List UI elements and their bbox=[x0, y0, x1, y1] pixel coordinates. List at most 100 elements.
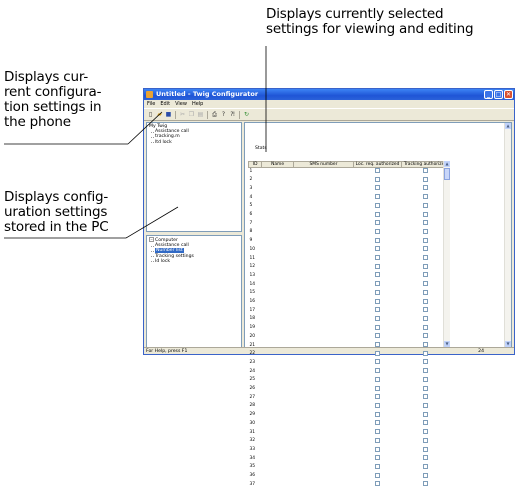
table-row[interactable]: 6 bbox=[249, 211, 450, 220]
loc-req-checkbox[interactable] bbox=[375, 307, 381, 313]
maximize-button[interactable]: □ bbox=[494, 90, 503, 99]
tracking-checkbox[interactable] bbox=[423, 228, 428, 234]
name-cell[interactable] bbox=[262, 307, 294, 316]
table-row[interactable]: 28 bbox=[249, 402, 450, 411]
loc-req-checkbox[interactable] bbox=[375, 402, 381, 408]
tracking-checkbox[interactable] bbox=[423, 237, 428, 243]
sms-number-cell[interactable] bbox=[293, 185, 353, 194]
table-row[interactable]: 34 bbox=[249, 455, 450, 464]
sms-number-cell[interactable] bbox=[293, 194, 353, 203]
tracking-checkbox[interactable] bbox=[423, 420, 428, 426]
refresh-icon[interactable]: ↻ bbox=[243, 111, 250, 118]
sms-number-cell[interactable] bbox=[293, 481, 353, 490]
loc-req-checkbox[interactable] bbox=[375, 263, 381, 269]
name-cell[interactable] bbox=[262, 281, 294, 290]
copy-icon[interactable]: ❐ bbox=[188, 111, 195, 118]
sms-number-cell[interactable] bbox=[293, 368, 353, 377]
tree-item[interactable]: ltd lock bbox=[149, 140, 239, 145]
name-cell[interactable] bbox=[262, 463, 294, 472]
pane-scrollbar[interactable]: ▲ ▼ bbox=[504, 123, 511, 347]
name-cell[interactable] bbox=[262, 220, 294, 229]
name-cell[interactable] bbox=[262, 185, 294, 194]
tracking-checkbox[interactable] bbox=[423, 220, 428, 226]
minimize-button[interactable]: _ bbox=[484, 90, 493, 99]
name-cell[interactable] bbox=[262, 411, 294, 420]
tracking-checkbox[interactable] bbox=[423, 194, 428, 200]
tracking-checkbox[interactable] bbox=[423, 315, 428, 321]
column-header-loc-req[interactable]: Loc. req. authorized bbox=[353, 161, 403, 168]
loc-req-checkbox[interactable] bbox=[375, 411, 381, 417]
name-cell[interactable] bbox=[262, 315, 294, 324]
loc-req-checkbox[interactable] bbox=[375, 228, 381, 234]
table-row[interactable]: 33 bbox=[249, 446, 450, 455]
tracking-checkbox[interactable] bbox=[423, 263, 428, 269]
sms-number-cell[interactable] bbox=[293, 385, 353, 394]
table-row[interactable]: 17 bbox=[249, 307, 450, 316]
tracking-checkbox[interactable] bbox=[423, 472, 428, 478]
sms-number-cell[interactable] bbox=[293, 333, 353, 342]
scroll-up-icon[interactable]: ▲ bbox=[444, 161, 450, 167]
table-row[interactable]: 7 bbox=[249, 220, 450, 229]
tracking-checkbox[interactable] bbox=[423, 176, 428, 182]
name-cell[interactable] bbox=[262, 176, 294, 185]
name-cell[interactable] bbox=[262, 376, 294, 385]
loc-req-checkbox[interactable] bbox=[375, 385, 381, 391]
pc-settings-tree[interactable]: − Computer Assistance call Number list Tr… bbox=[146, 235, 242, 348]
loc-req-checkbox[interactable] bbox=[375, 315, 381, 321]
name-cell[interactable] bbox=[262, 437, 294, 446]
name-cell[interactable] bbox=[262, 194, 294, 203]
loc-req-checkbox[interactable] bbox=[375, 446, 381, 452]
name-cell[interactable] bbox=[262, 359, 294, 368]
loc-req-checkbox[interactable] bbox=[375, 194, 381, 200]
sms-number-cell[interactable] bbox=[293, 281, 353, 290]
tracking-checkbox[interactable] bbox=[423, 385, 428, 391]
loc-req-checkbox[interactable] bbox=[375, 176, 381, 182]
table-row[interactable]: 18 bbox=[249, 315, 450, 324]
name-cell[interactable] bbox=[262, 298, 294, 307]
table-row[interactable]: 1 bbox=[249, 168, 450, 177]
loc-req-checkbox[interactable] bbox=[375, 472, 381, 478]
sms-number-cell[interactable] bbox=[293, 324, 353, 333]
table-row[interactable]: 37 bbox=[249, 481, 450, 490]
sms-number-cell[interactable] bbox=[293, 376, 353, 385]
tracking-checkbox[interactable] bbox=[423, 333, 428, 339]
sms-number-cell[interactable] bbox=[293, 211, 353, 220]
tracking-checkbox[interactable] bbox=[423, 376, 428, 382]
table-row[interactable]: 29 bbox=[249, 411, 450, 420]
save-icon[interactable]: ■ bbox=[165, 111, 172, 118]
name-cell[interactable] bbox=[262, 228, 294, 237]
loc-req-checkbox[interactable] bbox=[375, 359, 381, 365]
tracking-checkbox[interactable] bbox=[423, 359, 428, 365]
loc-req-checkbox[interactable] bbox=[375, 429, 381, 435]
new-file-icon[interactable]: ▯ bbox=[147, 111, 154, 118]
tracking-checkbox[interactable] bbox=[423, 281, 428, 287]
tracking-checkbox[interactable] bbox=[423, 298, 428, 304]
sms-number-cell[interactable] bbox=[293, 307, 353, 316]
loc-req-checkbox[interactable] bbox=[375, 202, 381, 208]
name-cell[interactable] bbox=[262, 168, 294, 177]
phone-settings-tree[interactable]: My Twig Assistance call tracking.m ltd l… bbox=[146, 122, 242, 232]
table-row[interactable]: 10 bbox=[249, 246, 450, 255]
name-cell[interactable] bbox=[262, 272, 294, 281]
loc-req-checkbox[interactable] bbox=[375, 255, 381, 261]
table-row[interactable]: 13 bbox=[249, 272, 450, 281]
loc-req-checkbox[interactable] bbox=[375, 289, 381, 295]
name-cell[interactable] bbox=[262, 394, 294, 403]
tracking-checkbox[interactable] bbox=[423, 185, 428, 191]
sms-number-cell[interactable] bbox=[293, 272, 353, 281]
sms-number-cell[interactable] bbox=[293, 246, 353, 255]
tracking-checkbox[interactable] bbox=[423, 481, 428, 487]
name-cell[interactable] bbox=[262, 455, 294, 464]
name-cell[interactable] bbox=[262, 324, 294, 333]
sms-number-cell[interactable] bbox=[293, 298, 353, 307]
sms-number-cell[interactable] bbox=[293, 168, 353, 177]
open-folder-icon[interactable]: ▰ bbox=[156, 111, 163, 118]
tracking-checkbox[interactable] bbox=[423, 289, 428, 295]
tracking-checkbox[interactable] bbox=[423, 168, 428, 173]
tracking-checkbox[interactable] bbox=[423, 368, 428, 374]
tracking-checkbox[interactable] bbox=[423, 402, 428, 408]
sms-number-cell[interactable] bbox=[293, 237, 353, 246]
table-row[interactable]: 12 bbox=[249, 263, 450, 272]
scroll-thumb[interactable] bbox=[444, 168, 450, 180]
table-row[interactable]: 31 bbox=[249, 429, 450, 438]
